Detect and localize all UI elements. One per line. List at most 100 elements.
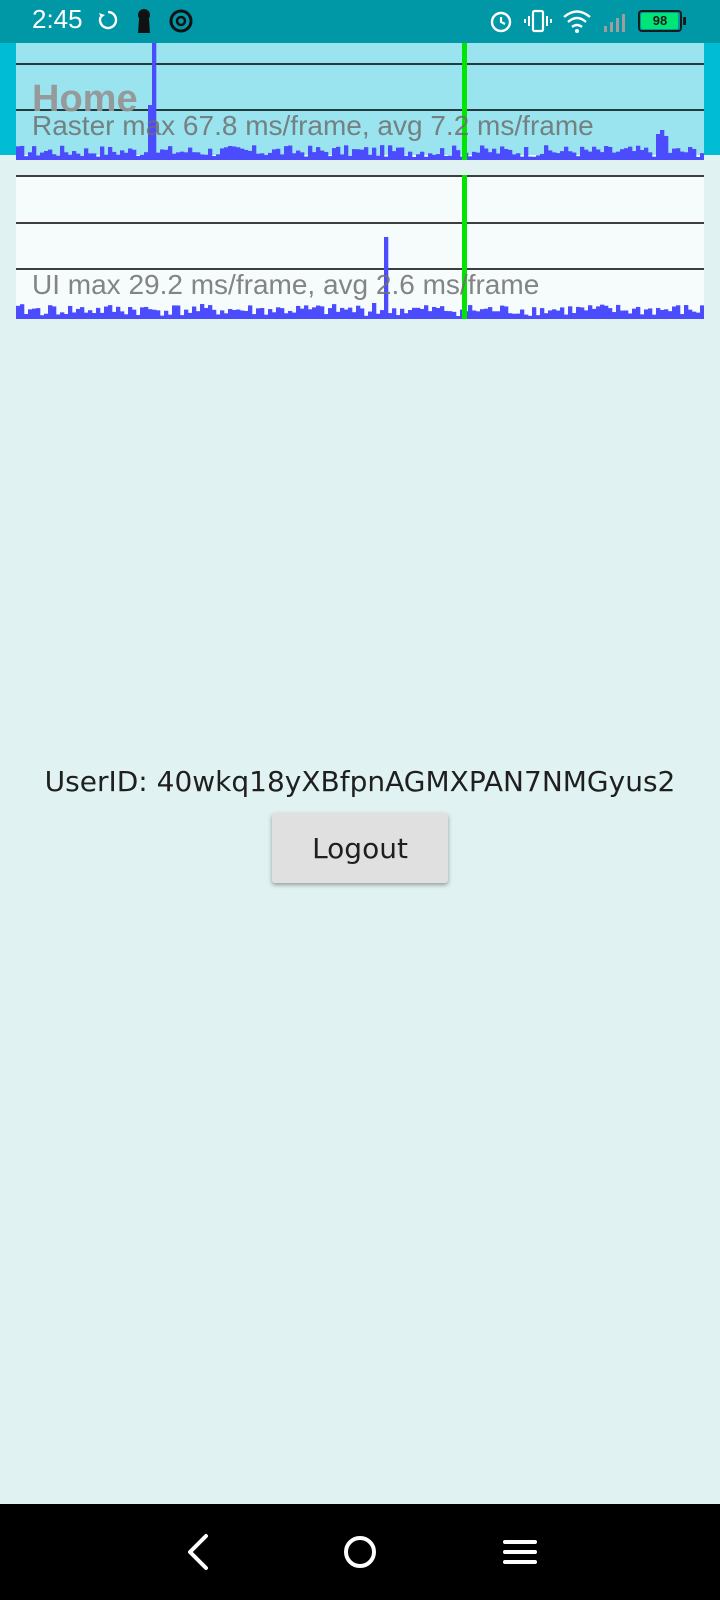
frame-time-bar: [252, 145, 257, 160]
frame-time-bar: [680, 314, 685, 319]
frame-time-bar: [100, 312, 105, 319]
frame-time-bar: [628, 313, 633, 319]
frame-time-bar: [380, 145, 385, 160]
frame-time-bar: [112, 311, 117, 319]
frame-time-bar: [232, 310, 237, 319]
frame-time-bar: [236, 147, 241, 160]
frame-time-bar: [92, 153, 97, 160]
frame-time-bar: [564, 146, 569, 160]
frame-time-bar: [536, 315, 541, 319]
frame-time-bar: [80, 155, 85, 160]
frame-time-bar: [352, 149, 357, 160]
frame-time-bar: [500, 305, 505, 319]
frame-time-bar: [428, 153, 433, 160]
frame-time-bar: [188, 312, 193, 319]
user-id-text: UserID: 40wkq18yXBfpnAGMXPAN7NMGyus2: [44, 765, 676, 798]
frame-time-bar: [588, 151, 593, 160]
frame-time-bar: [388, 145, 393, 160]
frame-time-bar: [540, 308, 545, 319]
frame-time-bar: [20, 145, 25, 160]
frame-time-bar: [540, 153, 545, 160]
frame-time-bar: [188, 147, 193, 160]
frame-time-bar: [252, 314, 257, 319]
frame-time-bar: [180, 151, 185, 160]
frame-time-bar: [68, 305, 73, 319]
frame-time-bar: [640, 314, 645, 319]
frame-time-bar: [668, 152, 673, 160]
frame-time-bar: [472, 310, 477, 319]
frame-time-bar: [400, 147, 405, 160]
frame-time-bar: [132, 309, 137, 319]
frame-time-bar: [648, 308, 653, 319]
menu-icon[interactable]: [496, 1528, 544, 1576]
frame-time-bar: [276, 307, 281, 319]
frame-time-bar: [656, 134, 661, 160]
frame-time-bar: [172, 305, 177, 319]
frame-time-bar: [488, 307, 493, 319]
frame-time-bar: [196, 311, 201, 319]
frame-time-bar: [656, 307, 661, 319]
frame-time-bar: [296, 305, 301, 319]
frame-time-bar: [652, 156, 657, 160]
frame-time-bar: [508, 149, 513, 160]
frame-time-bar: [312, 307, 317, 319]
frame-time-bar: [192, 306, 197, 319]
frame-time-bar: [676, 305, 681, 319]
frame-time-bar: [136, 315, 141, 319]
frame-time-bar: [72, 151, 77, 160]
frame-time-bar: [452, 311, 457, 319]
frame-time-bar: [308, 309, 313, 319]
frame-time-bar: [200, 304, 205, 319]
frame-time-bar: [688, 147, 693, 160]
back-icon[interactable]: [176, 1528, 224, 1576]
frame-time-bar: [568, 151, 573, 160]
frame-time-bar: [268, 152, 273, 160]
frame-time-bar: [108, 146, 113, 160]
frame-time-bar: [556, 310, 561, 319]
frame-time-bar: [192, 152, 197, 160]
frame-time-bar: [272, 149, 277, 160]
frame-time-bar: [224, 313, 229, 319]
frame-time-bar: [280, 154, 285, 160]
frame-time-bar: [48, 305, 53, 319]
frame-time-bar: [156, 310, 161, 319]
frame-time-bar: [340, 154, 345, 160]
frame-time-bar: [360, 308, 365, 319]
page-title: Home: [32, 78, 138, 120]
frame-time-bar: [316, 305, 321, 319]
frame-time-bar: [116, 154, 121, 160]
frame-time-bar: [376, 313, 381, 319]
frame-time-bar: [628, 146, 633, 160]
frame-time-bar: [444, 310, 449, 319]
frame-time-bar: [548, 310, 553, 319]
frame-time-bar: [228, 308, 233, 319]
frame-time-bar: [456, 150, 461, 160]
frame-time-bar: [592, 308, 597, 319]
frame-time-bar: [684, 305, 689, 319]
frame-time-bar: [624, 310, 629, 319]
frame-time-bar: [420, 308, 425, 319]
frame-time-bar: [580, 307, 585, 319]
frame-time-bar: [208, 305, 213, 319]
frame-time-bar: [236, 309, 241, 319]
frame-time-bar: [560, 151, 565, 160]
signal-icon: [602, 8, 628, 34]
home-icon[interactable]: [336, 1528, 384, 1576]
frame-time-bar: [652, 314, 657, 319]
frame-time-bar: [492, 148, 497, 160]
frame-time-bar: [468, 156, 473, 160]
frame-time-bar: [668, 311, 673, 319]
frame-time-bar: [368, 311, 373, 319]
frame-time-bar: [528, 156, 533, 160]
frame-time-bar: [516, 313, 521, 319]
frame-time-bar: [56, 314, 61, 319]
frame-time-bar: [288, 145, 293, 160]
logout-button[interactable]: Logout: [272, 813, 448, 883]
frame-time-bar: [660, 130, 665, 160]
frame-time-bar: [184, 309, 189, 319]
frame-time-bar: [424, 156, 429, 160]
frame-time-bar: [140, 154, 145, 160]
frame-time-bar: [700, 305, 704, 319]
frame-time-bar: [32, 308, 37, 319]
frame-time-bar: [596, 306, 601, 319]
